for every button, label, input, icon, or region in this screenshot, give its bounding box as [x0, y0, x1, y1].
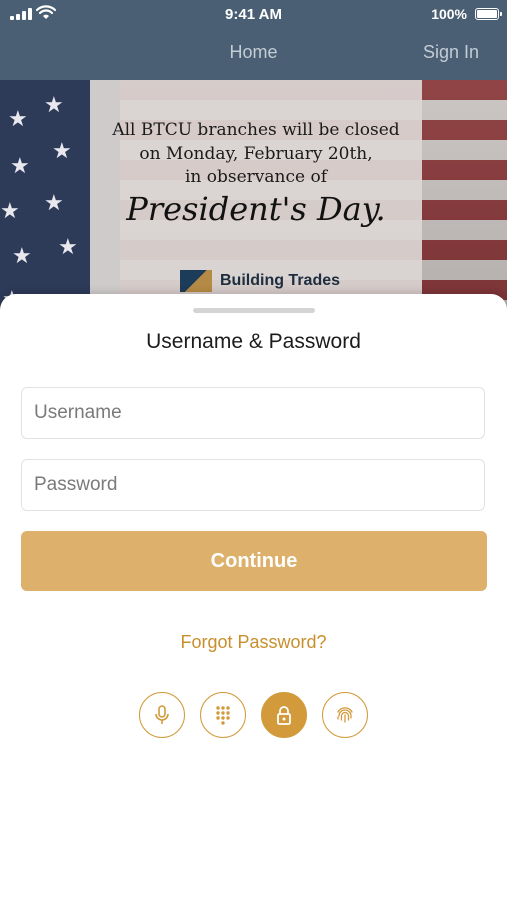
password-field[interactable]	[21, 459, 485, 511]
login-sheet: Username & Password Continue Forgot Pass…	[0, 294, 507, 900]
lock-icon	[277, 706, 291, 725]
pin-login-button[interactable]	[200, 692, 246, 738]
username-input[interactable]	[22, 388, 484, 438]
battery-icon	[475, 8, 502, 20]
battery-percent: 100%	[431, 6, 467, 22]
nav-bar: Home Sign In	[0, 40, 507, 68]
continue-button[interactable]: Continue	[21, 531, 487, 591]
forgot-password-link[interactable]: Forgot Password?	[0, 632, 507, 653]
fingerprint-icon	[337, 707, 353, 723]
status-bar: 9:41 AM 100%	[0, 0, 507, 28]
username-field[interactable]	[21, 387, 485, 439]
biometric-login-button[interactable]	[322, 692, 368, 738]
banner-line-1: All BTCU branches will be closed	[112, 120, 400, 140]
sign-in-link[interactable]: Sign In	[423, 42, 479, 63]
btcu-logo-mark	[180, 270, 212, 292]
login-method-title: Username & Password	[146, 330, 361, 353]
sheet-drag-handle[interactable]	[193, 308, 315, 313]
banner-line-3: in observance of	[184, 167, 328, 187]
keypad-icon	[216, 706, 230, 725]
app-header: 9:41 AM 100% Home Sign In	[0, 0, 507, 80]
banner-line-2: on Monday, February 20th,	[139, 144, 373, 164]
banner-holiday-name: President's Day.	[126, 190, 386, 228]
microphone-icon	[155, 705, 169, 724]
holiday-banner[interactable]: ★★★ ★★★ ★★★ All BTCU branches will be cl…	[0, 80, 507, 310]
voice-login-button[interactable]	[139, 692, 185, 738]
password-input[interactable]	[22, 460, 484, 510]
password-login-button[interactable]	[261, 692, 307, 738]
btcu-logo-text: Building Trades	[220, 272, 341, 289]
